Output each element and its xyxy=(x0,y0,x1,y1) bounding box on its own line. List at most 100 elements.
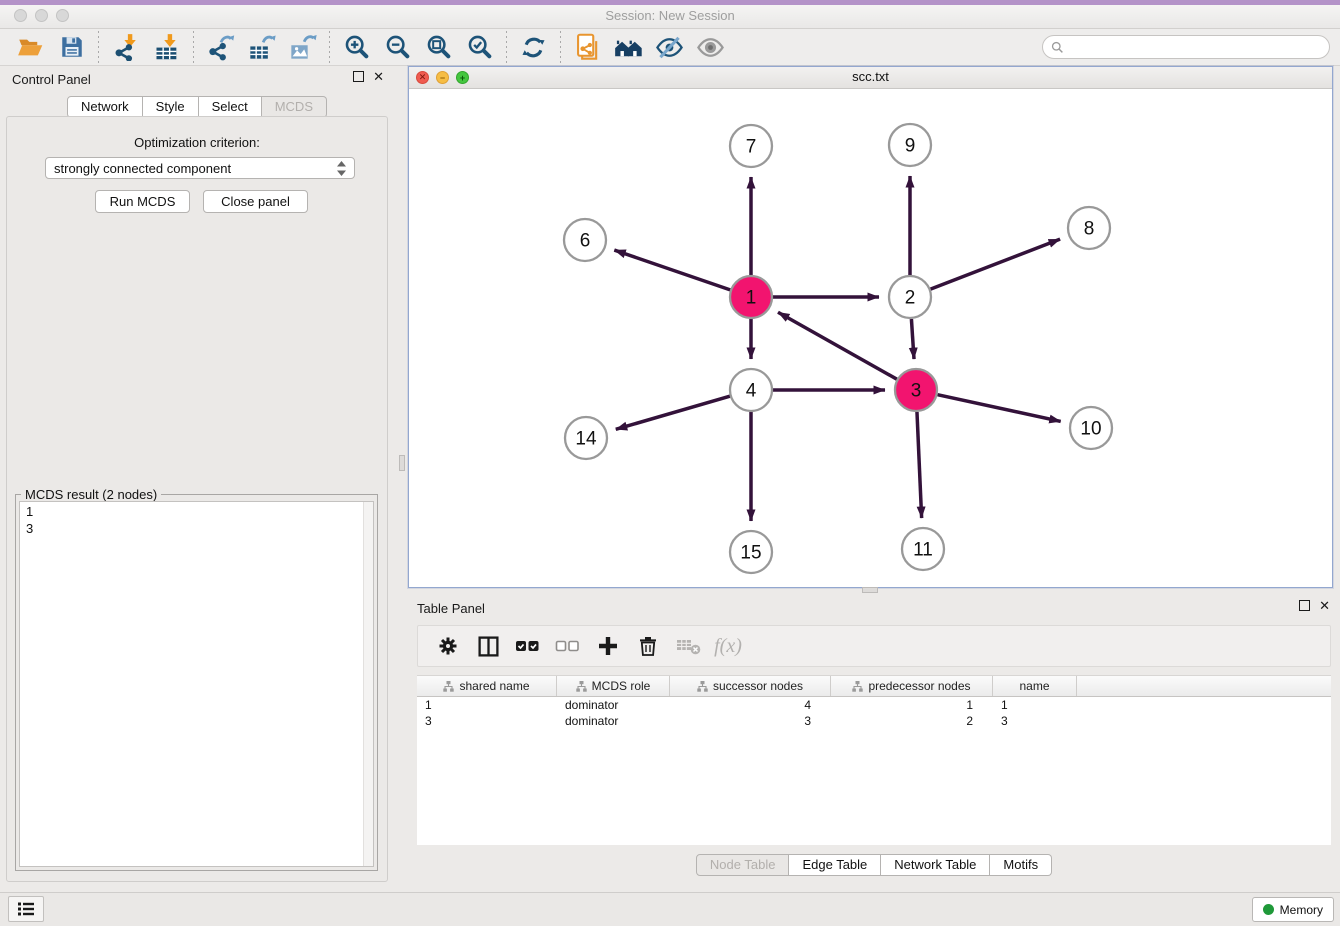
export-image-icon[interactable] xyxy=(282,30,323,64)
export-network-icon[interactable] xyxy=(200,30,241,64)
table-row[interactable]: 3dominator323 xyxy=(417,713,1331,729)
window-title: Session: New Session xyxy=(0,8,1340,23)
tab-style[interactable]: Style xyxy=(143,96,199,118)
toolbar-separator xyxy=(560,31,561,63)
search-field[interactable] xyxy=(1042,35,1330,59)
graph-edge-4-14[interactable] xyxy=(616,396,730,429)
table-cell: 3 xyxy=(417,714,557,728)
optimization-criterion-select[interactable]: strongly connected component xyxy=(45,157,355,179)
tab-select[interactable]: Select xyxy=(199,96,262,118)
float-table-panel-icon[interactable] xyxy=(1299,600,1310,611)
tab-node-table[interactable]: Node Table xyxy=(696,854,790,876)
node-table: shared name MCDS role successor nodes prede… xyxy=(417,675,1331,845)
table-row[interactable]: 1dominator411 xyxy=(417,697,1331,713)
table-panel: Table Panel ✕ f(x) shared nameMCDS roles… xyxy=(408,595,1340,888)
network-graph[interactable]: 7968124314101511 xyxy=(409,88,1332,587)
mcds-result-title: MCDS result (2 nodes) xyxy=(21,487,161,502)
table-cell: 3 xyxy=(670,714,831,728)
table-header-row[interactable]: shared name MCDS role successor nodes prede… xyxy=(417,675,1331,697)
list-menu-icon xyxy=(17,901,35,917)
select-all-columns-icon[interactable] xyxy=(510,630,546,662)
memory-button[interactable]: Memory xyxy=(1252,897,1334,922)
refresh-layout-icon[interactable] xyxy=(513,30,554,64)
export-table-icon[interactable] xyxy=(241,30,282,64)
table-cell: dominator xyxy=(557,714,670,728)
mcds-result-area[interactable]: 1 3 xyxy=(19,501,374,867)
graph-node-label: 9 xyxy=(905,136,916,157)
float-panel-icon[interactable] xyxy=(353,71,364,82)
zoom-out-icon[interactable] xyxy=(377,30,418,64)
table-cell: 3 xyxy=(993,714,1077,728)
graph-node-label: 4 xyxy=(746,381,757,402)
column-header-predecessor-nodes[interactable]: predecessor nodes xyxy=(831,676,993,696)
import-network-icon[interactable] xyxy=(105,30,146,64)
zoom-selected-icon[interactable] xyxy=(459,30,500,64)
toolbar-separator xyxy=(193,31,194,63)
delete-column-icon[interactable] xyxy=(630,630,666,662)
show-all-eye-icon[interactable] xyxy=(690,30,731,64)
tab-network-table[interactable]: Network Table xyxy=(881,854,990,876)
column-header-shared-name[interactable]: shared name xyxy=(417,676,557,696)
graph-edge-2-8[interactable] xyxy=(931,239,1061,289)
graph-node-label: 1 xyxy=(746,288,757,309)
table-cell: 2 xyxy=(831,714,993,728)
mcds-panel: Optimization criterion: strongly connect… xyxy=(6,116,388,882)
table-cell: 1 xyxy=(831,698,993,712)
close-table-panel-icon[interactable]: ✕ xyxy=(1319,600,1330,611)
toolbar-separator xyxy=(98,31,99,63)
clone-network-icon[interactable] xyxy=(567,30,608,64)
status-bar: Memory xyxy=(0,892,1340,926)
tab-mcds[interactable]: MCDS xyxy=(262,96,327,118)
add-column-icon[interactable] xyxy=(590,630,626,662)
ui-panels-menu-button[interactable] xyxy=(8,896,44,922)
close-panel-icon[interactable]: ✕ xyxy=(373,71,384,82)
graph-node-label: 14 xyxy=(575,429,597,450)
column-header-successor-nodes[interactable]: successor nodes xyxy=(670,676,831,696)
graph-edge-1-6[interactable] xyxy=(614,250,730,290)
tab-motifs[interactable]: Motifs xyxy=(990,854,1052,876)
save-session-icon[interactable] xyxy=(51,30,92,64)
search-input[interactable] xyxy=(1069,39,1321,55)
graph-edge-2-3[interactable] xyxy=(911,319,914,359)
zoom-fit-icon[interactable] xyxy=(418,30,459,64)
tab-edge-table[interactable]: Edge Table xyxy=(789,854,881,876)
graph-edge-3-11[interactable] xyxy=(917,412,922,518)
zoom-in-icon[interactable] xyxy=(336,30,377,64)
hide-selected-eye-icon[interactable] xyxy=(649,30,690,64)
mcds-result-text: 1 3 xyxy=(20,502,363,866)
graph-node-label: 2 xyxy=(905,288,916,309)
table-cell: 4 xyxy=(670,698,831,712)
table-toolbar: f(x) xyxy=(417,625,1331,667)
network-splitter-handle[interactable] xyxy=(862,587,878,593)
column-header-label: MCDS role xyxy=(592,679,651,693)
result-scrollbar[interactable] xyxy=(363,502,373,866)
select-stepper-icon xyxy=(337,161,346,176)
mcds-result-group: MCDS result (2 nodes) 1 3 xyxy=(15,494,378,871)
network-window-titlebar[interactable]: ✕ − + scc.txt xyxy=(409,67,1332,89)
table-panel-tabs: Node TableEdge TableNetwork TableMotifs xyxy=(408,854,1340,876)
settings-gear-icon[interactable] xyxy=(430,630,466,662)
tab-network[interactable]: Network xyxy=(67,96,143,118)
column-header-label: successor nodes xyxy=(713,679,803,693)
column-type-icon xyxy=(697,681,708,692)
column-header-name[interactable]: name xyxy=(993,676,1077,696)
split-panel-icon[interactable] xyxy=(470,630,506,662)
graph-node-label: 6 xyxy=(580,231,591,252)
first-neighbors-icon[interactable] xyxy=(608,30,649,64)
deselect-all-columns-icon[interactable] xyxy=(550,630,586,662)
graph-edge-3-1[interactable] xyxy=(778,312,897,379)
table-cell: 1 xyxy=(417,698,557,712)
column-type-icon xyxy=(852,681,863,692)
run-mcds-button[interactable]: Run MCDS xyxy=(95,190,190,213)
optimization-criterion-label: Optimization criterion: xyxy=(7,135,387,150)
open-file-icon[interactable] xyxy=(10,30,51,64)
close-panel-button[interactable]: Close panel xyxy=(203,190,308,213)
graph-edge-3-10[interactable] xyxy=(937,395,1060,422)
graph-node-label: 10 xyxy=(1080,419,1101,440)
graph-node-label: 15 xyxy=(740,543,761,564)
graph-node-label: 8 xyxy=(1084,219,1095,240)
column-header-mcds-role[interactable]: MCDS role xyxy=(557,676,670,696)
panel-splitter-handle[interactable] xyxy=(399,455,405,471)
import-table-icon[interactable] xyxy=(146,30,187,64)
titlebar: Session: New Session xyxy=(0,5,1340,29)
